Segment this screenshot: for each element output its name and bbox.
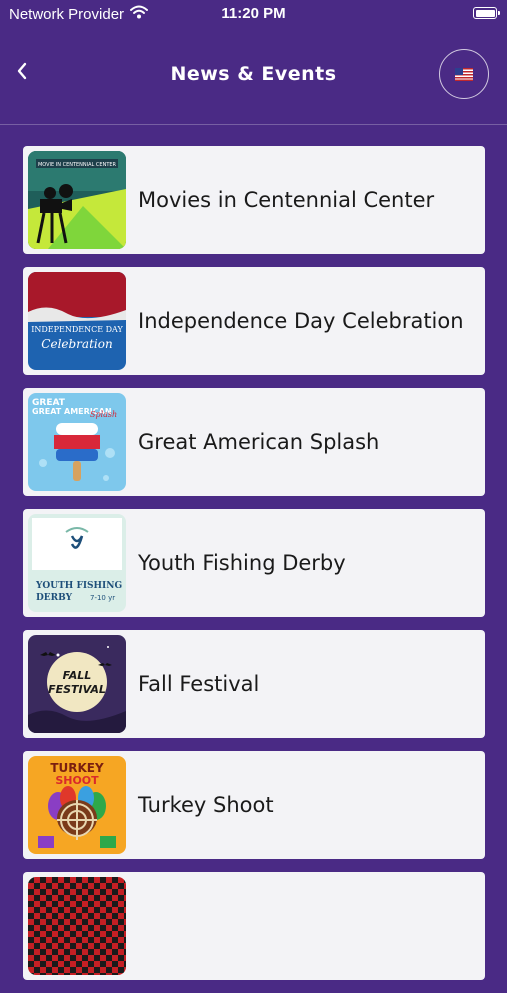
svg-text:DERBY: DERBY: [36, 593, 73, 603]
svg-text:Celebration: Celebration: [41, 337, 112, 351]
event-card-partial[interactable]: [23, 872, 485, 980]
event-thumbnail-fall-festival: FALL FESTIVAL: [28, 635, 126, 733]
event-title: Youth Fishing Derby: [138, 550, 346, 575]
event-title: Fall Festival: [138, 671, 260, 696]
event-card-independence-day[interactable]: INDEPENDENCE DAY Celebration Independenc…: [23, 267, 485, 375]
event-card-youth-fishing-derby[interactable]: YOUTH FISHING DERBY 7-10 yr Youth Fishin…: [23, 509, 485, 617]
svg-text:INDEPENDENCE DAY: INDEPENDENCE DAY: [31, 325, 123, 334]
svg-text:YOUTH FISHING: YOUTH FISHING: [35, 581, 122, 591]
events-list: MOVIE IN CENTENNIAL CENTER Movies in Cen…: [23, 146, 485, 993]
status-time: 11:20 PM: [221, 5, 286, 22]
svg-text:SHOOT: SHOOT: [55, 774, 99, 787]
svg-text:MOVIE IN CENTENNIAL CENTER: MOVIE IN CENTENNIAL CENTER: [38, 162, 117, 168]
svg-text:FALL: FALL: [63, 669, 92, 682]
event-thumbnail-independence-day: INDEPENDENCE DAY Celebration: [28, 272, 126, 370]
event-thumbnail-great-american-splash: GREAT GREAT AMERICAN Splash: [28, 393, 126, 491]
page-title: News & Events: [170, 63, 337, 85]
battery-icon: [473, 7, 500, 19]
header-divider: [0, 124, 507, 125]
event-card-great-american-splash[interactable]: GREAT GREAT AMERICAN Splash Great Americ…: [23, 388, 485, 496]
event-card-movies[interactable]: MOVIE IN CENTENNIAL CENTER Movies in Cen…: [23, 146, 485, 254]
event-title: Turkey Shoot: [138, 792, 274, 817]
event-card-fall-festival[interactable]: FALL FESTIVAL Fall Festival: [23, 630, 485, 738]
nav-header: News & Events: [0, 28, 507, 124]
us-flag-icon: [455, 67, 473, 81]
event-title: Great American Splash: [138, 429, 380, 454]
event-thumbnail-movies: MOVIE IN CENTENNIAL CENTER: [28, 151, 126, 249]
svg-text:7-10 yr: 7-10 yr: [90, 594, 115, 602]
status-bar: Network Provider 11:20 PM: [0, 0, 507, 28]
language-button[interactable]: [439, 49, 489, 99]
svg-text:Splash: Splash: [90, 410, 117, 419]
event-thumbnail-turkey-shoot: TURKEY SHOOT: [28, 756, 126, 854]
event-title: [138, 872, 465, 980]
event-card-turkey-shoot[interactable]: TURKEY SHOOT Turkey Shoot: [23, 751, 485, 859]
svg-text:TURKEY: TURKEY: [50, 761, 104, 775]
event-thumbnail-youth-fishing-derby: YOUTH FISHING DERBY 7-10 yr: [28, 514, 126, 612]
event-title: Movies in Centennial Center: [138, 187, 435, 212]
svg-text:FESTIVAL: FESTIVAL: [48, 683, 106, 696]
event-thumbnail-plaid: [28, 877, 126, 975]
event-title: Independence Day Celebration: [138, 308, 464, 333]
